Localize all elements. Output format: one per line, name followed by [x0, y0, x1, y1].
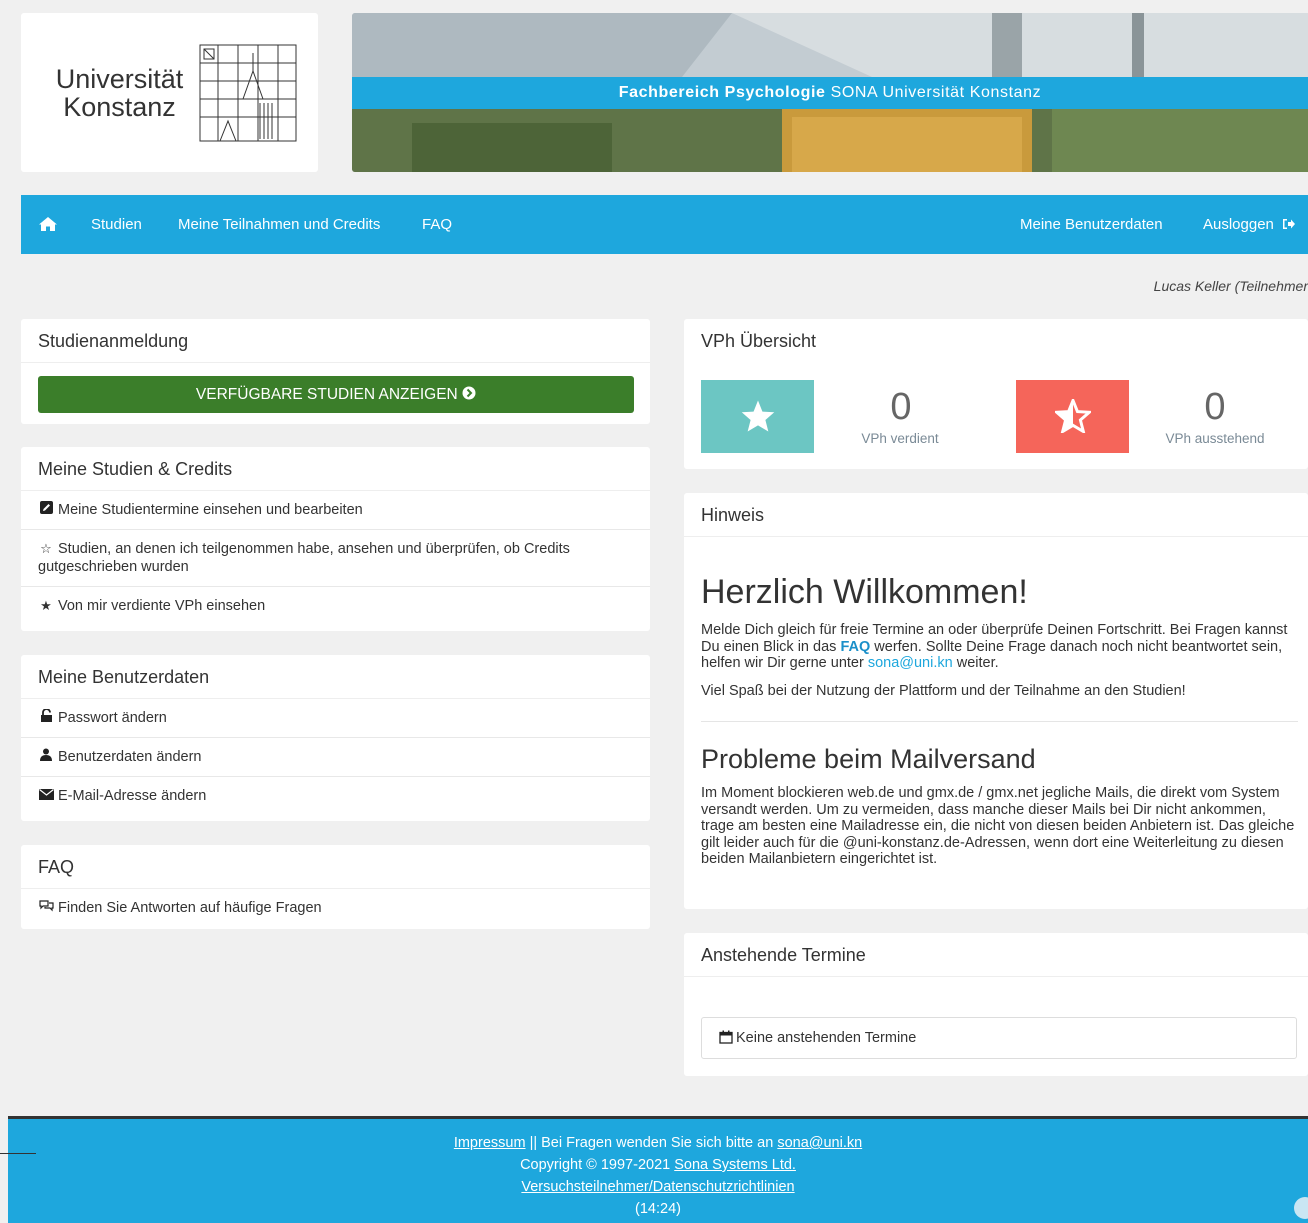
calendar-icon [719, 1030, 733, 1044]
panel-title: FAQ [21, 845, 650, 889]
mail-problem-heading: Probleme beim Mailversand [701, 744, 1036, 774]
nav-teilnahmen-credits[interactable]: Meine Teilnahmen und Credits [178, 195, 380, 254]
panel-title: Anstehende Termine [684, 933, 1308, 977]
banner-title-bold: Fachbereich Psychologie [618, 84, 826, 101]
welcome-text: Melde Dich gleich für freie Termine an o… [701, 622, 1298, 672]
nav-logout[interactable]: Ausloggen [1203, 195, 1296, 254]
panel-anstehende-termine: Anstehende Termine Keine anstehenden Ter… [684, 933, 1308, 1076]
copyright-text: Copyright © 1997-2021 [520, 1157, 675, 1173]
chevron-circle-right-icon [462, 386, 476, 400]
show-studies-button[interactable]: VERFÜGBARE STUDIEN ANZEIGEN [38, 376, 634, 413]
list-item-label: Benutzerdaten ändern [58, 749, 202, 765]
list-item-label: Meine Studientermine einsehen und bearbe… [58, 502, 363, 518]
logo-line1: Universität [55, 64, 184, 94]
nav-studien[interactable]: Studien [91, 195, 142, 254]
list-item-email-aendern[interactable]: E-Mail-Adresse ändern [21, 777, 650, 815]
star-half-icon: ☆ [40, 541, 52, 556]
page-footer: Impressum || Bei Fragen wenden Sie sich … [8, 1116, 1308, 1223]
footer-email-link[interactable]: sona@uni.kn [777, 1135, 862, 1151]
edit-icon [38, 501, 54, 519]
faq-link[interactable]: FAQ [840, 639, 870, 655]
unlock-icon [38, 708, 54, 727]
panel-faq: FAQ Finden Sie Antworten auf häufige Fra… [21, 845, 650, 929]
panel-title: Meine Studien & Credits [21, 447, 650, 491]
datenschutz-link[interactable]: Versuchsteilnehmer/Datenschutzrichtlinie… [521, 1179, 794, 1195]
envelope-icon [38, 787, 54, 805]
list-item-teilgenommen[interactable]: ☆ Studien, an denen ich teilgenommen habe… [21, 530, 650, 587]
nav-home[interactable] [38, 195, 58, 254]
nav-benutzerdaten[interactable]: Meine Benutzerdaten [1020, 195, 1163, 254]
welcome-text-part: weiter. [952, 655, 999, 671]
university-logo[interactable]: Universität Konstanz [21, 13, 318, 172]
vph-earned-box [701, 380, 814, 453]
nav-faq[interactable]: FAQ [422, 195, 452, 254]
list-item-benutzerdaten-aendern[interactable]: Benutzerdaten ändern [21, 738, 650, 777]
logout-label: Ausloggen [1203, 216, 1274, 233]
sona-systems-link[interactable]: Sona Systems Ltd. [674, 1157, 796, 1173]
star-icon: ★ [40, 598, 52, 613]
list-item-studientermine[interactable]: Meine Studientermine einsehen und bearbe… [21, 491, 650, 530]
logo-line2: Konstanz [63, 92, 176, 122]
no-appointments-label: Keine anstehenden Termine [736, 1030, 917, 1046]
vph-pending-value: 0 [1204, 386, 1226, 428]
university-emblem-icon [199, 44, 297, 142]
panel-title: Meine Benutzerdaten [21, 655, 650, 699]
panel-benutzerdaten: Meine Benutzerdaten Passwort ändern Benu… [21, 655, 650, 821]
footer-line-2: Copyright © 1997-2021 Sona Systems Ltd. [8, 1154, 1308, 1176]
home-icon [39, 216, 57, 231]
footer-edge-line [0, 1153, 36, 1154]
user-icon [38, 748, 54, 766]
comments-icon [38, 899, 54, 917]
support-email-link[interactable]: sona@uni.kn [868, 655, 953, 671]
footer-time: (14:24) [635, 1201, 681, 1217]
footer-contact-text: || Bei Fragen wenden Sie sich bitte an [525, 1135, 778, 1151]
list-item-label: Passwort ändern [58, 710, 167, 726]
banner-title-rest: SONA Universität Konstanz [825, 84, 1042, 101]
divider [701, 721, 1298, 722]
list-item-label: E-Mail-Adresse ändern [58, 788, 207, 804]
list-item-label: Finden Sie Antworten auf häufige Fragen [58, 900, 322, 916]
list-item-passwort[interactable]: Passwort ändern [21, 699, 650, 738]
list-item-label: Studien, an denen ich teilgenommen habe,… [38, 541, 570, 575]
vph-earned-label: VPh verdient [861, 431, 939, 446]
vph-earned-value: 0 [890, 386, 912, 428]
list-item-verdiente-vph[interactable]: ★ Von mir verdiente VPh einsehen [21, 587, 650, 625]
panel-title: Studienanmeldung [21, 319, 650, 363]
list-item-label: Von mir verdiente VPh einsehen [58, 598, 266, 614]
show-studies-label: VERFÜGBARE STUDIEN ANZEIGEN [195, 386, 458, 403]
main-navbar: Studien Meine Teilnahmen und Credits FAQ… [21, 195, 1308, 254]
panel-hinweis: Hinweis Herzlich Willkommen! Melde Dich … [684, 493, 1308, 909]
logout-icon [1283, 219, 1296, 230]
welcome-heading: Herzlich Willkommen! [701, 573, 1028, 611]
logged-in-user: Lucas Keller (Teilnehmer [1153, 278, 1308, 294]
logo-wordmark: Universität Konstanz [42, 65, 197, 121]
footer-line-1: Impressum || Bei Fragen wenden Sie sich … [8, 1132, 1308, 1154]
header-banner: Fachbereich Psychologie SONA Universität… [352, 13, 1308, 172]
panel-vph-uebersicht: VPh Übersicht 0 VPh verdient 0 VPh ausst… [684, 319, 1308, 469]
mail-problem-text: Im Moment blockieren web.de und gmx.de /… [701, 785, 1295, 867]
no-appointments-box: Keine anstehenden Termine [701, 1017, 1297, 1059]
panel-studienanmeldung: Studienanmeldung VERFÜGBARE STUDIEN ANZE… [21, 319, 650, 424]
panel-title: VPh Übersicht [701, 331, 817, 351]
vph-pending-label: VPh ausstehend [1165, 431, 1265, 446]
list-item-faq[interactable]: Finden Sie Antworten auf häufige Fragen [21, 889, 650, 927]
banner-title: Fachbereich Psychologie SONA Universität… [352, 77, 1308, 109]
panel-title: Hinweis [684, 493, 1308, 537]
impressum-link[interactable]: Impressum [454, 1135, 526, 1151]
vph-pending-box [1016, 380, 1129, 453]
welcome-text-2: Viel Spaß bei der Nutzung der Plattform … [701, 682, 1186, 699]
star-icon [741, 400, 774, 433]
panel-meine-studien: Meine Studien & Credits Meine Studienter… [21, 447, 650, 631]
footer-line-3: Versuchsteilnehmer/Datenschutzrichtlinie… [8, 1176, 1308, 1198]
star-half-icon [1052, 396, 1093, 436]
